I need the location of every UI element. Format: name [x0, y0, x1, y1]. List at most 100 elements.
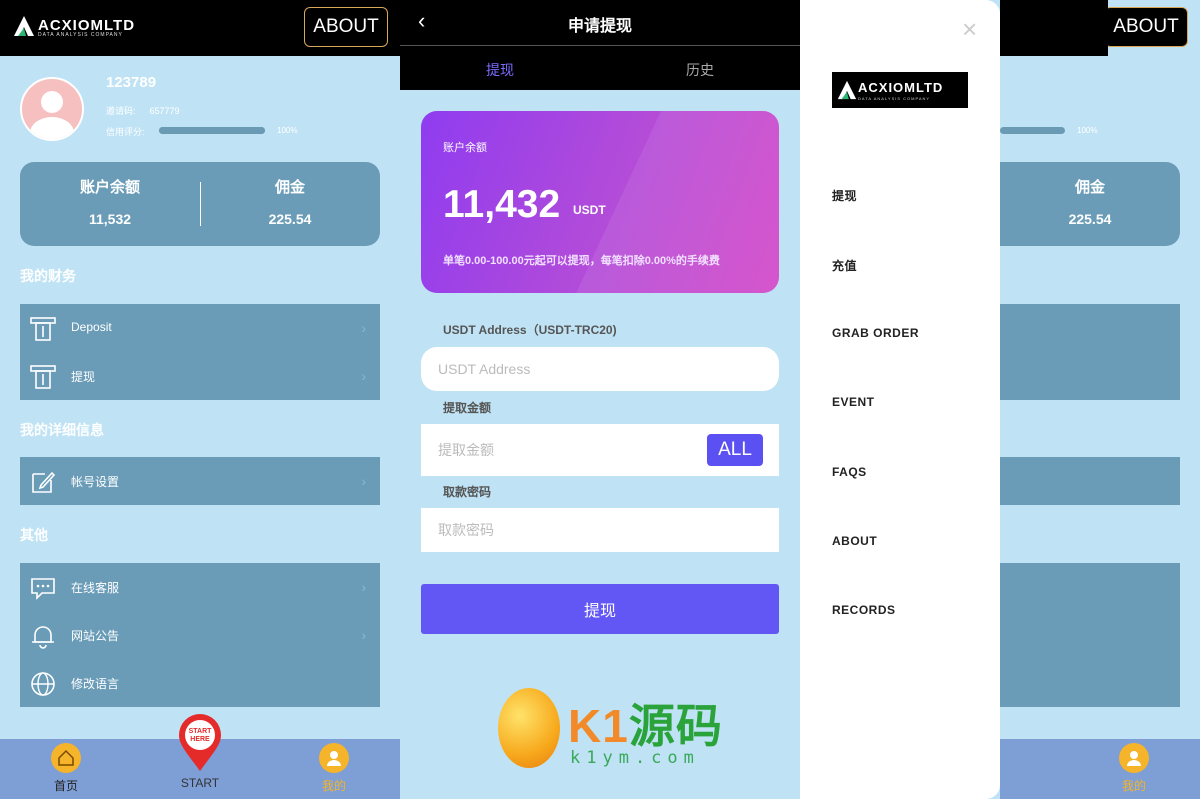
details-menu: 帐号设置 › — [20, 457, 380, 505]
menu-item-label: Deposit — [71, 320, 112, 334]
commission[interactable]: 佣金 225.54 — [1000, 176, 1180, 227]
credit-value: 100% — [1077, 126, 1098, 135]
commission-value: 225.54 — [268, 211, 312, 227]
drawer-item-grab-order[interactable]: GRAB ORDER — [832, 326, 919, 340]
credit-value: 100% — [277, 126, 298, 135]
menu-item-account-settings[interactable]: 帐号设置 › — [20, 457, 380, 505]
drawer-item-faqs[interactable]: FAQS — [832, 465, 867, 479]
withdraw-panel: ‹ 申请提现 提现 历史 账户余额 11,432 USDT 单笔0.00-100… — [400, 0, 800, 799]
edit-icon — [32, 471, 56, 493]
invite-label: 邀请码: — [106, 106, 136, 116]
menu-item-label: 网站公告 — [71, 629, 120, 643]
menu-item-withdraw[interactable]: 提现 › — [20, 352, 380, 400]
drawer-logo: ACXIOMLTD DATA ANALYSIS COMPANY — [832, 72, 968, 108]
nav-start-label: START — [180, 776, 220, 790]
password-input[interactable] — [421, 508, 779, 552]
user-icon — [319, 743, 349, 773]
commission[interactable]: 佣金 225.54 — [200, 176, 380, 227]
username: 123789 — [106, 74, 157, 91]
withdraw-header: ‹ 申请提现 提现 历史 — [400, 0, 800, 90]
wallet-unit: USDT — [573, 203, 606, 217]
account-balance[interactable]: 账户余额 11,532 — [20, 176, 200, 227]
section-details: 我的详细信息 — [20, 422, 104, 438]
menu-item-label: 在线客服 — [71, 581, 120, 595]
invite-value: 657779 — [149, 106, 180, 116]
top-bar: ACXIOMLTD DATA ANALYSIS COMPANY ABOUT — [0, 0, 400, 56]
brand-subtitle: DATA ANALYSIS COMPANY — [38, 32, 123, 38]
wallet-card: 账户余额 11,432 USDT 单笔0.00-100.00元起可以提现，每笔扣… — [421, 111, 779, 293]
atm-icon — [30, 365, 56, 389]
credit-bar — [1000, 127, 1065, 134]
tab-history[interactable]: 历史 — [600, 60, 800, 80]
menu-item-deposit[interactable]: Deposit › — [20, 304, 380, 352]
chevron-right-icon: › — [361, 627, 366, 643]
address-label: USDT Address（USDT-TRC20) — [443, 323, 617, 337]
wallet-label: 账户余额 — [443, 142, 487, 154]
section-other: 其他 — [20, 527, 48, 543]
bottom-nav: 我的 — [1000, 739, 1200, 799]
other-menu — [1000, 563, 1180, 707]
details-menu — [1000, 457, 1180, 505]
drawer-item-withdraw[interactable]: 提现 — [832, 187, 857, 204]
nav-home-label: 首页 — [53, 779, 78, 793]
chevron-right-icon: › — [361, 320, 366, 336]
credit-bar — [159, 127, 265, 134]
chevron-right-icon: › — [361, 368, 366, 384]
menu-item-label: 帐号设置 — [71, 475, 120, 489]
nav-mine-label: 我的 — [321, 779, 346, 793]
menu-item-label: 修改语言 — [71, 677, 120, 691]
password-label: 取款密码 — [443, 485, 492, 499]
all-button[interactable]: ALL — [707, 434, 763, 466]
address-input[interactable] — [421, 347, 779, 391]
credit-bar-fill — [159, 127, 265, 134]
chat-icon — [31, 578, 55, 600]
credit-label: 信用评分: — [106, 127, 145, 137]
account-balance-label: 账户余额 — [79, 179, 140, 196]
menu-item-online-support[interactable]: 在线客服 › — [20, 563, 380, 611]
commission-value: 225.54 — [1068, 211, 1112, 227]
bottom-nav: 首页 START HERE START 我的 — [0, 714, 400, 799]
commission-label: 佣金 — [1074, 179, 1105, 196]
page-title: 申请提现 — [567, 18, 632, 35]
home-icon — [51, 743, 81, 773]
about-button[interactable]: ABOUT — [1104, 7, 1188, 47]
watermark-url: k1ym.com — [570, 748, 700, 768]
drawer-item-about[interactable]: ABOUT — [832, 534, 877, 548]
drawer-item-records[interactable]: RECORDS — [832, 603, 896, 617]
close-icon[interactable]: × — [962, 14, 977, 45]
nav-mine-label: 我的 — [1121, 779, 1146, 793]
watermark: K1源码 k1ym.com — [498, 688, 722, 772]
logo-mark-icon — [837, 80, 857, 100]
side-drawer: × ACXIOMLTD DATA ANALYSIS COMPANY 提现 充值 … — [800, 0, 1000, 799]
globe-icon — [31, 672, 55, 696]
nav-start[interactable]: START HERE START — [150, 713, 250, 790]
withdraw-note: 单笔0.00-100.00元起可以提现，每笔扣除0.00%的手续费 — [443, 255, 720, 267]
brand-logo[interactable]: ACXIOMLTD DATA ANALYSIS COMPANY — [12, 14, 142, 40]
invite-code: 邀请码: 657779 — [106, 104, 180, 117]
menu-item-language[interactable]: 修改语言 — [20, 659, 380, 707]
drawer-item-recharge[interactable]: 充值 — [832, 257, 857, 274]
svg-text:START: START — [189, 728, 213, 735]
chevron-right-icon: › — [361, 579, 366, 595]
divider — [400, 45, 800, 46]
about-button[interactable]: ABOUT — [304, 7, 388, 47]
nav-mine[interactable]: 我的 — [284, 743, 384, 794]
tab-withdraw[interactable]: 提现 — [400, 60, 600, 80]
nav-mine[interactable]: 我的 — [1084, 743, 1184, 794]
watermark-brand-a: K1 — [568, 700, 629, 752]
profile-panel: ACXIOMLTD DATA ANALYSIS COMPANY ABOUT 12… — [0, 0, 400, 799]
submit-withdraw-button[interactable]: 提现 — [421, 584, 779, 634]
brand-subtitle: DATA ANALYSIS COMPANY — [858, 96, 931, 101]
atm-icon — [30, 317, 56, 341]
menu-item-announcements[interactable]: 网站公告 › — [20, 611, 380, 659]
commission-label: 佣金 — [274, 179, 305, 196]
watermark-brand: K1源码 — [568, 690, 723, 756]
wallet-amount: 11,432 — [443, 183, 561, 226]
avatar[interactable] — [20, 77, 84, 141]
chevron-right-icon: › — [361, 473, 366, 489]
nav-home[interactable]: 首页 — [16, 743, 116, 794]
svg-text:HERE: HERE — [190, 736, 210, 743]
drawer-item-event[interactable]: EVENT — [832, 395, 875, 409]
balance-card: 账户余额 11,532 佣金 225.54 — [20, 162, 380, 246]
drawer-panel: ABOUT 100% 佣金 225.54 我的 × ACXIOMLTD DATA… — [800, 0, 1200, 799]
